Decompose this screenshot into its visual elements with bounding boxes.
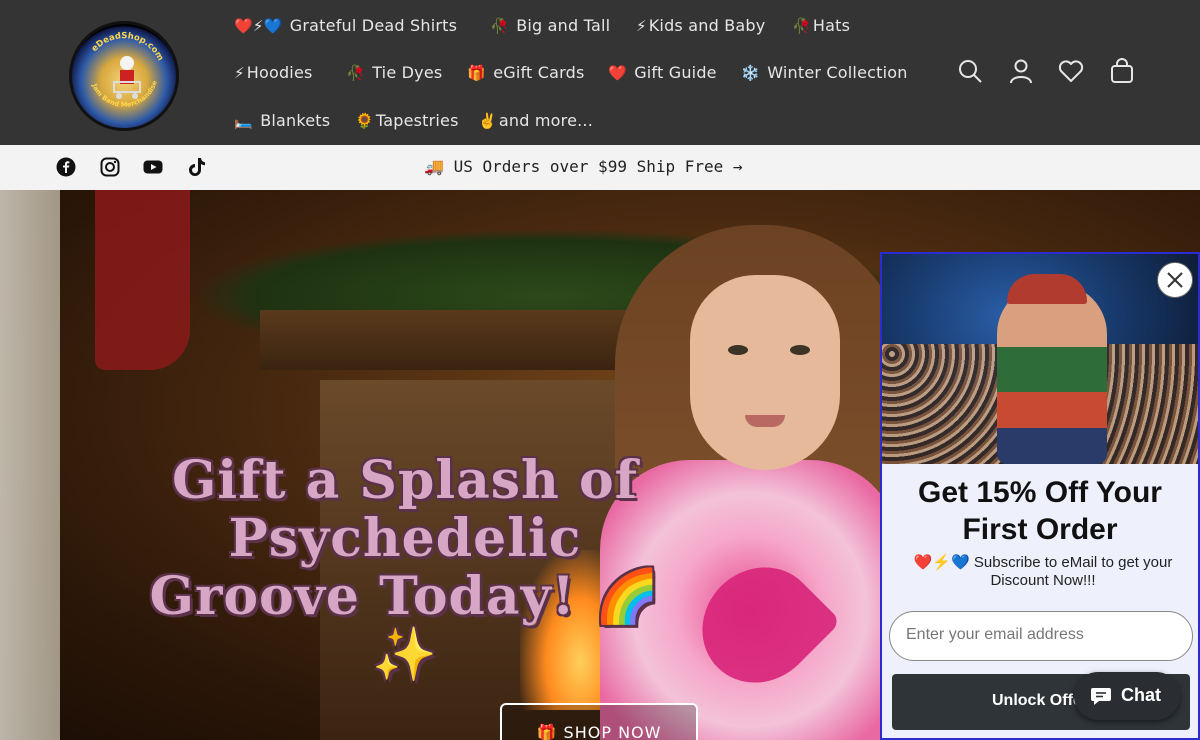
chat-bubble-icon	[1091, 688, 1111, 705]
nav-blankets[interactable]: 🛏️ Blankets	[234, 111, 330, 130]
rose-icon: 🥀	[490, 17, 509, 35]
sunflower-icon: 🌻	[355, 112, 374, 130]
hearts-bolt-icon: ❤️⚡💙	[913, 554, 970, 571]
email-input[interactable]: Enter your email address	[889, 611, 1193, 661]
instagram-icon[interactable]	[100, 157, 120, 177]
rose-icon: 🥀	[792, 17, 811, 35]
nav-egift-cards[interactable]: 🎁 eGift Cards	[467, 63, 585, 82]
popup-subtitle: ❤️⚡💙 Subscribe to eMail to get your Disc…	[898, 554, 1188, 590]
nav-label: Hoodies	[246, 63, 313, 82]
wishlist-icon[interactable]	[1058, 58, 1084, 84]
popup-title: Get 15% Off Your First Order	[918, 476, 1162, 546]
discount-popup: Get 15% Off Your First Order ❤️⚡💙 Subscr…	[880, 252, 1200, 740]
nav-label: Big and Tall	[516, 16, 611, 35]
rose-icon: 🥀	[346, 64, 365, 82]
hero-girl-face	[690, 275, 840, 470]
nav-label: Kids and Baby	[648, 16, 766, 35]
arrow-right-icon: →	[732, 157, 743, 176]
gift-icon: 🎁	[536, 723, 558, 740]
nav-grateful-dead-shirts[interactable]: ❤️⚡💙 Grateful Dead Shirts	[234, 16, 457, 35]
shop-now-button[interactable]: 🎁 SHOP NOW	[500, 703, 698, 740]
announcement-text: US Orders over $99 Ship Free	[453, 157, 724, 176]
chat-button[interactable]: Chat	[1074, 672, 1180, 720]
popup-man	[997, 284, 1107, 464]
cart-icon[interactable]	[1109, 58, 1135, 84]
nav-hats[interactable]: 🥀 Hats	[792, 16, 850, 35]
bed-icon: 🛏️	[234, 112, 253, 130]
nav-big-and-tall[interactable]: 🥀 Big and Tall	[490, 16, 610, 35]
shop-now-label: SHOP NOW	[563, 723, 662, 740]
bolt-icon: ⚡	[636, 17, 647, 35]
truck-icon: 🚚	[424, 157, 444, 176]
shipping-announcement[interactable]: 🚚 US Orders over $99 Ship Free →	[424, 157, 743, 176]
nav-label: Grateful Dead Shirts	[289, 16, 458, 35]
heart-icon: ❤️	[608, 64, 627, 82]
facebook-icon[interactable]	[56, 157, 76, 177]
nav-gift-guide[interactable]: ❤️ Gift Guide	[608, 63, 717, 82]
main-nav: ❤️⚡💙 Grateful Dead Shirts 🥀 Big and Tall…	[232, 0, 932, 145]
hero-eye	[790, 345, 810, 355]
nav-kids-and-baby[interactable]: ⚡ Kids and Baby	[636, 16, 765, 35]
tiktok-icon[interactable]	[187, 157, 207, 177]
nav-label: Tapestries	[375, 111, 459, 130]
bolt-icon: ⚡	[234, 64, 245, 82]
skeleton-cart-icon	[113, 56, 141, 99]
peace-hand-icon: ✌️	[478, 112, 497, 130]
site-logo[interactable]: eDeadShop.com Jam Band Merchandise And T…	[69, 21, 179, 131]
popup-close-button[interactable]	[1157, 262, 1193, 298]
nav-label: eGift Cards	[493, 63, 585, 82]
nav-label: Gift Guide	[634, 63, 717, 82]
nav-label: and more...	[498, 111, 593, 130]
hero-headline: Gift a Splash of Psychedelic Groove Toda…	[149, 450, 661, 685]
nav-label: Blankets	[260, 111, 331, 130]
nav-label: Winter Collection	[767, 63, 908, 82]
nav-label: Hats	[812, 16, 851, 35]
site-header: eDeadShop.com Jam Band Merchandise And T…	[0, 0, 1200, 145]
hearts-bolt-icon: ❤️⚡💙	[234, 17, 283, 35]
search-icon[interactable]	[957, 58, 983, 84]
popup-photo	[882, 254, 1198, 464]
hero-wall	[0, 190, 60, 740]
nav-tapestries[interactable]: 🌻 Tapestries	[355, 111, 459, 130]
snowflake-icon: ❄️	[741, 64, 760, 82]
hero-mouth	[745, 415, 785, 427]
youtube-icon[interactable]	[143, 157, 163, 177]
nav-label: Tie Dyes	[372, 63, 443, 82]
announcement-bar: 🚚 US Orders over $99 Ship Free →	[0, 145, 1200, 190]
account-icon[interactable]	[1008, 58, 1034, 84]
nav-hoodies[interactable]: ⚡ Hoodies	[234, 63, 313, 82]
chat-label: Chat	[1121, 685, 1161, 705]
popup-subtitle-text: Subscribe to eMail to get your Discount …	[973, 554, 1173, 589]
gift-icon: 🎁	[467, 64, 486, 82]
nav-winter-collection[interactable]: ❄️ Winter Collection	[741, 63, 908, 82]
nav-tie-dyes[interactable]: 🥀 Tie Dyes	[346, 63, 442, 82]
close-icon	[1167, 272, 1183, 288]
hero-stocking	[95, 190, 190, 370]
hero-eye	[728, 345, 748, 355]
popup-man-cap	[1007, 274, 1087, 304]
nav-and-more[interactable]: ✌️ and more...	[478, 111, 593, 130]
